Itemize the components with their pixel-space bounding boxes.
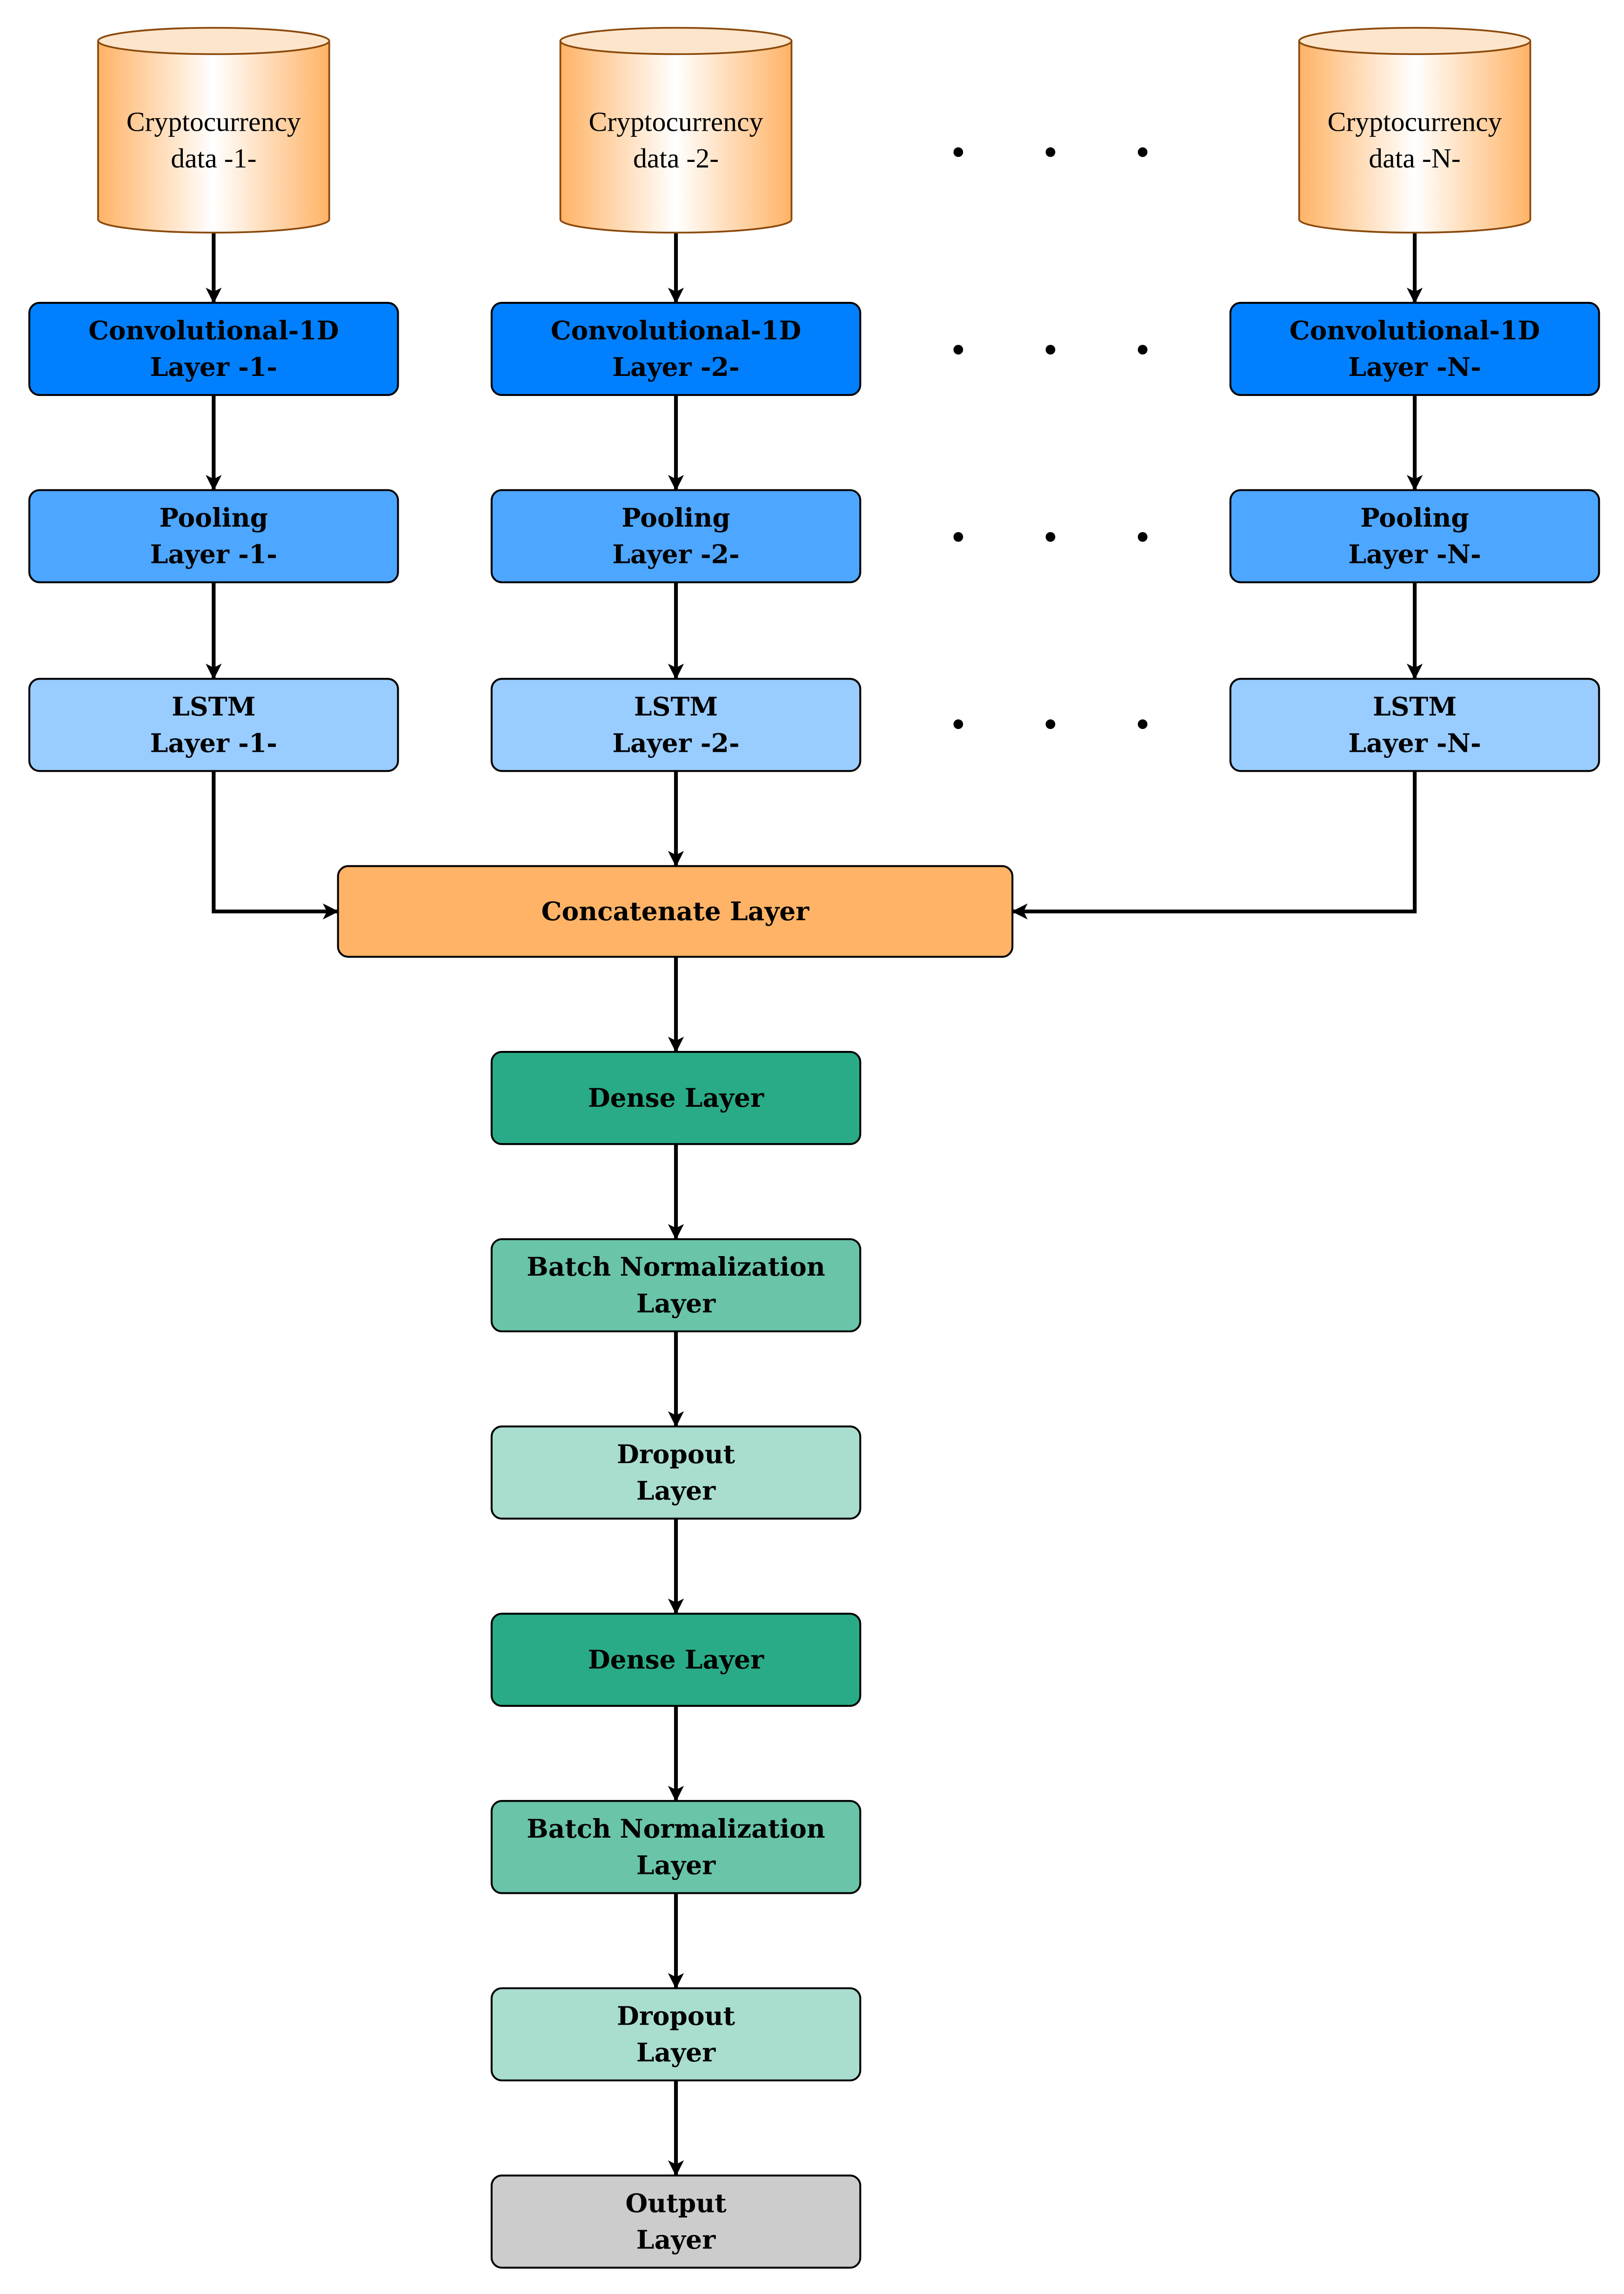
ellipsis-dot xyxy=(1045,345,1056,354)
batchnorm-layer-5: Batch Normalization Layer xyxy=(490,1800,862,1894)
node-label-line: Layer xyxy=(636,1850,716,1880)
node-label-line: Layer xyxy=(636,1475,716,1505)
node-label-line: Batch Normalization xyxy=(527,1813,825,1844)
node-label-line: Layer -N- xyxy=(1348,352,1481,382)
data-source-N: Cryptocurrency data -N- xyxy=(1298,27,1531,234)
node-label-line: Dropout xyxy=(617,2000,735,2031)
lstm-layer-2: LSTM Layer -2- xyxy=(490,678,862,772)
ellipsis-dot xyxy=(1137,719,1148,729)
nodes: Cryptocurrency data -1- Convolutional-1D La… xyxy=(28,27,1600,2269)
node-label-line: Dense Layer xyxy=(588,1083,764,1113)
conv1d-layer-1: Convolutional-1D Layer -1- xyxy=(28,301,399,396)
node-label-line: Layer -N- xyxy=(1348,728,1481,758)
node-label-line: Layer xyxy=(636,1288,716,1318)
database-cylinder-top xyxy=(97,27,330,55)
node-label-line: Cryptocurrency xyxy=(589,106,763,137)
node-label-line: Layer xyxy=(636,2037,716,2067)
database-cylinder-top xyxy=(559,27,793,55)
flow-arrow xyxy=(212,771,339,920)
node-label-line: Output xyxy=(625,2188,727,2218)
node-label-line: Layer -2- xyxy=(612,539,739,569)
dense-layer-1: Dense Layer xyxy=(490,1051,862,1145)
concatenate-layer: Concatenate Layer xyxy=(337,865,1014,958)
dropout-layer-6: Dropout Layer xyxy=(490,1987,862,2081)
ellipsis-dot xyxy=(1045,532,1056,542)
batchnorm-layer-2: Batch Normalization Layer xyxy=(490,1238,862,1332)
node-label-line: Concatenate Layer xyxy=(541,896,810,926)
node-label-line: data -2- xyxy=(633,143,719,174)
node-label-line: Layer -N- xyxy=(1348,539,1481,569)
ellipsis-dot xyxy=(1137,532,1148,542)
lstm-layer-1: LSTM Layer -1- xyxy=(28,678,399,772)
ellipsis-dot xyxy=(953,345,963,354)
node-label-line: Cryptocurrency xyxy=(127,106,301,137)
node-label-line: LSTM xyxy=(634,691,718,722)
ellipsis-dot xyxy=(953,147,963,157)
pooling-layer-N: Pooling Layer -N- xyxy=(1229,489,1600,583)
node-label-line: Pooling xyxy=(1360,502,1469,533)
dropout-layer-3: Dropout Layer xyxy=(490,1425,862,1520)
ellipsis-dot xyxy=(1137,345,1148,354)
pooling-layer-2: Pooling Layer -2- xyxy=(490,489,862,583)
data-source-1: Cryptocurrency data -1- xyxy=(97,27,330,234)
dense-layer-4: Dense Layer xyxy=(490,1612,862,1707)
node-label-line: Dense Layer xyxy=(588,1645,764,1675)
output-layer-7: Output Layer xyxy=(490,2174,862,2269)
node-label-line: Layer -2- xyxy=(612,728,739,758)
node-label-line: data -1- xyxy=(171,143,256,174)
node-label-line: data -N- xyxy=(1369,143,1460,174)
ellipsis-dots xyxy=(953,147,1148,729)
ellipsis-dot xyxy=(1045,147,1056,157)
node-label-line: Layer xyxy=(636,2225,716,2255)
node-label-line: Convolutional-1D xyxy=(88,315,339,346)
node-label-line: Pooling xyxy=(622,502,730,533)
node-label-line: Layer -1- xyxy=(150,352,277,382)
architecture-diagram: Cryptocurrency data -1- Convolutional-1D La… xyxy=(28,27,1600,2269)
data-source-2: Cryptocurrency data -2- xyxy=(559,27,793,234)
ellipsis-dot xyxy=(953,532,963,542)
node-label-line: Layer -1- xyxy=(150,728,277,758)
node-label-line: Dropout xyxy=(617,1439,735,1469)
pooling-layer-1: Pooling Layer -1- xyxy=(28,489,399,583)
node-label-line: Batch Normalization xyxy=(527,1251,825,1282)
node-label-line: Convolutional-1D xyxy=(551,315,801,346)
node-label-line: LSTM xyxy=(1373,691,1457,722)
ellipsis-dot xyxy=(1045,719,1056,729)
lstm-layer-N: LSTM Layer -N- xyxy=(1229,678,1600,772)
node-label-line: Layer -2- xyxy=(612,352,739,382)
conv1d-layer-2: Convolutional-1D Layer -2- xyxy=(490,301,862,396)
ellipsis-dot xyxy=(953,719,963,729)
conv1d-layer-N: Convolutional-1D Layer -N- xyxy=(1229,301,1600,396)
database-cylinder-top xyxy=(1298,27,1531,55)
node-label-line: Cryptocurrency xyxy=(1328,106,1502,137)
node-label-line: Pooling xyxy=(160,502,268,533)
flow-arrow xyxy=(1011,771,1417,920)
node-label-line: Layer -1- xyxy=(150,539,277,569)
ellipsis-dot xyxy=(1137,147,1148,157)
node-label-line: Convolutional-1D xyxy=(1290,315,1540,346)
node-label-line: LSTM xyxy=(172,691,255,722)
